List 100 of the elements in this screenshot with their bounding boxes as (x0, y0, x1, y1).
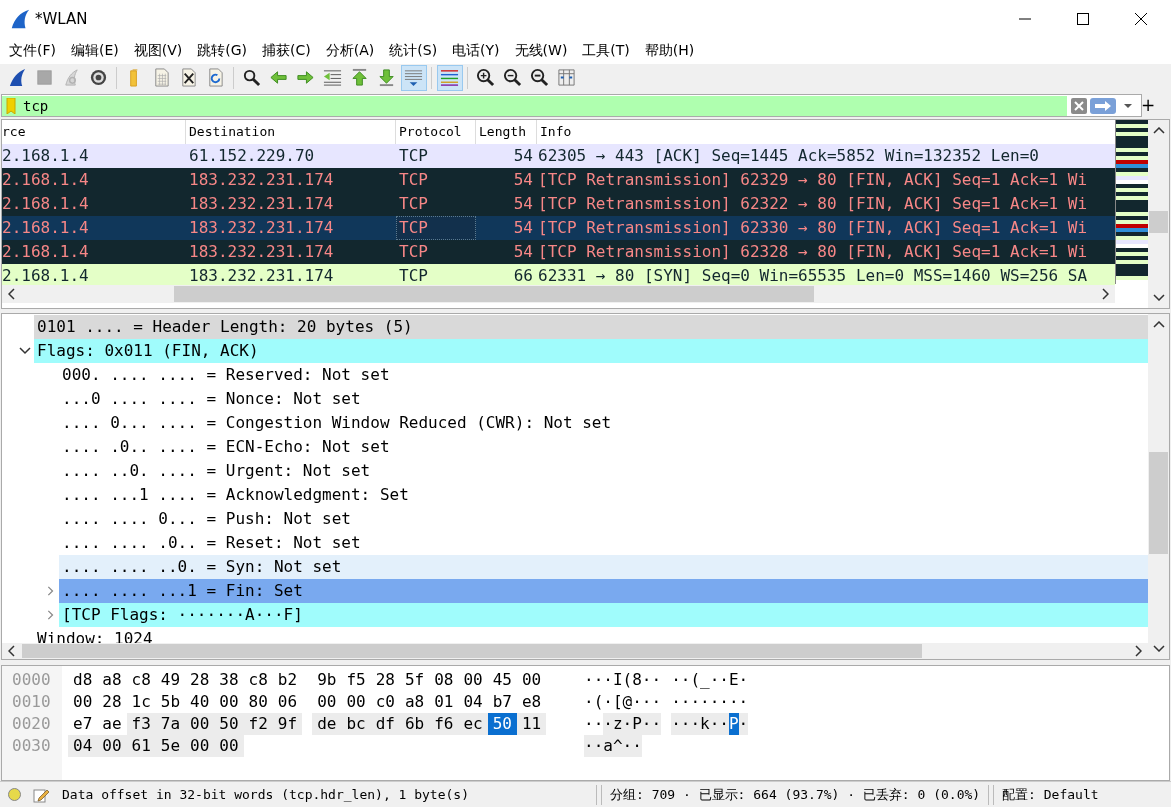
menu-item[interactable]: 分析(A) (320, 41, 381, 60)
ascii-char[interactable]: · (584, 734, 594, 757)
hex-byte[interactable]: c8 (243, 668, 273, 691)
hex-byte[interactable]: 06 (272, 690, 303, 713)
hex-byte[interactable]: 28 (185, 668, 215, 691)
hex-byte[interactable]: 00 (214, 734, 244, 757)
hex-byte[interactable]: 28 (370, 668, 400, 691)
hex-byte[interactable]: 50 (487, 712, 517, 735)
hex-byte[interactable]: e7 (68, 712, 98, 735)
hex-byte[interactable]: df (370, 712, 400, 735)
ascii-char[interactable]: · (738, 668, 749, 691)
menu-item[interactable]: 视图(V) (128, 41, 189, 60)
ascii-char[interactable]: P (632, 712, 642, 735)
hex-byte[interactable]: 04 (68, 734, 98, 757)
ascii-char[interactable]: ( (593, 690, 604, 713)
hex-byte[interactable]: b7 (487, 690, 517, 713)
hex-byte[interactable]: 00 (185, 734, 215, 757)
ascii-char[interactable]: · (690, 712, 701, 735)
tree-item[interactable]: .... .... ...1 = Fin: Set (59, 578, 1148, 603)
ascii-char[interactable]: · (584, 668, 594, 691)
menu-item[interactable]: 工具(T) (577, 41, 636, 60)
tree-item[interactable]: .... 0... .... = Congestion Window Reduced (CWR): Not set (59, 410, 1148, 435)
packet-row[interactable]: 2.168.1.4 183.232.231.174 TCP 54 [TCP Retransmission] 62322 → 80 [FIN, ACK] Seq=1 Ack=1 Wi (2, 192, 1115, 217)
hex-byte[interactable]: 5f (399, 668, 430, 691)
hex-byte[interactable]: 6b (399, 712, 430, 735)
ascii-char[interactable]: · (584, 690, 594, 713)
display-filter-input[interactable]: tcp (2, 95, 1067, 116)
menu-item[interactable]: 编辑(E) (66, 41, 125, 60)
ascii-char[interactable]: · (709, 712, 720, 735)
packet-row[interactable]: 2.168.1.4 183.232.231.174 TCP 66 62331 → 80 [SYN] Seq=0 Win=65535 Len=0 MSS=1460 WS=256 SA (2, 264, 1115, 286)
tree-item[interactable]: .... .0.. .... = ECN-Echo: Not set (59, 434, 1148, 459)
ascii-char[interactable]: _ (700, 668, 710, 691)
ascii-char[interactable]: ^ (612, 734, 623, 757)
ascii-char[interactable]: · (603, 668, 613, 691)
menu-item[interactable]: 帮助(H) (639, 41, 701, 60)
ascii-char[interactable]: · (671, 712, 681, 735)
tree-item[interactable]: Flags: 0x011 (FIN, ACK) (34, 338, 1148, 363)
hex-byte[interactable]: d8 (68, 668, 98, 691)
ascii-char[interactable]: P (728, 712, 739, 735)
tree-item[interactable]: 000. .... .... = Reserved: Not set (59, 362, 1148, 387)
ascii-char[interactable]: · (632, 690, 642, 713)
hex-byte[interactable]: 00 (185, 712, 215, 735)
hex-byte[interactable]: 00 (341, 690, 371, 713)
hex-byte[interactable]: f2 (243, 712, 273, 735)
hex-byte[interactable]: b2 (272, 668, 303, 691)
ascii-char[interactable]: · (680, 712, 691, 735)
hex-byte[interactable]: 04 (458, 690, 488, 713)
menu-item[interactable]: 跳转(G) (192, 41, 254, 60)
menu-item[interactable]: 统计(S) (384, 41, 444, 60)
ascii-char[interactable]: · (738, 690, 749, 713)
hex-byte[interactable]: 1c (126, 690, 156, 713)
packet-row[interactable]: 2.168.1.4 61.152.229.70 TCP 54 62305 → 443 [ACK] Seq=1445 Ack=5852 Win=132352 Len=0 (2, 144, 1115, 169)
ascii-char[interactable]: · (719, 712, 729, 735)
ascii-char[interactable]: · (641, 690, 652, 713)
ascii-char[interactable]: 8 (632, 668, 642, 691)
hex-byte[interactable]: 45 (487, 668, 517, 691)
ascii-char[interactable]: · (584, 712, 594, 735)
hex-byte[interactable]: bc (341, 712, 371, 735)
ascii-char[interactable]: · (728, 690, 739, 713)
hex-byte[interactable]: 00 (458, 668, 488, 691)
hex-byte[interactable]: 40 (185, 690, 215, 713)
hex-byte[interactable]: 7a (155, 712, 186, 735)
hex-byte[interactable]: a8 (399, 690, 430, 713)
hex-byte[interactable]: c0 (370, 690, 400, 713)
menu-item[interactable]: 捕获(C) (257, 41, 317, 60)
ascii-char[interactable]: I (612, 668, 623, 691)
hex-byte[interactable]: 9b (312, 668, 342, 691)
ascii-char[interactable]: · (603, 712, 613, 735)
ascii-char[interactable]: · (709, 690, 720, 713)
hex-byte[interactable]: 01 (429, 690, 459, 713)
ascii-char[interactable]: · (719, 668, 729, 691)
ascii-char[interactable]: · (690, 690, 701, 713)
tree-item[interactable]: ...0 .... .... = Nonce: Not set (59, 386, 1148, 411)
hex-byte[interactable]: c8 (126, 668, 156, 691)
hex-byte[interactable]: f6 (429, 712, 459, 735)
tree-item[interactable]: .... ...1 .... = Acknowledgment: Set (59, 482, 1148, 507)
tree-item[interactable]: .... .... 0... = Push: Not set (59, 506, 1148, 531)
ascii-char[interactable]: · (593, 734, 604, 757)
ascii-char[interactable]: z (612, 712, 623, 735)
hex-byte[interactable]: 28 (97, 690, 127, 713)
hex-byte[interactable]: ae (97, 712, 127, 735)
hex-byte[interactable]: 00 (68, 690, 98, 713)
ascii-char[interactable]: · (738, 712, 749, 735)
menu-item[interactable]: 无线(W) (509, 41, 574, 60)
ascii-char[interactable]: ( (622, 668, 633, 691)
hex-byte[interactable]: 00 (97, 734, 127, 757)
hex-byte[interactable]: 00 (312, 690, 342, 713)
tree-item[interactable]: [TCP Flags: ·······A···F] (59, 602, 1148, 627)
hex-byte[interactable]: f3 (126, 712, 156, 735)
ascii-char[interactable]: · (641, 712, 652, 735)
hex-byte[interactable]: 5b (155, 690, 186, 713)
hex-byte[interactable]: 00 (214, 690, 244, 713)
ascii-char[interactable]: · (719, 690, 729, 713)
ascii-char[interactable]: @ (622, 690, 633, 713)
hex-byte[interactable]: a8 (97, 668, 127, 691)
packet-row[interactable]: 2.168.1.4 183.232.231.174 TCP 54 [TCP Retransmission] 62330 → 80 [FIN, ACK] Seq=1 Ack=1 Wi (2, 216, 1115, 241)
tree-item[interactable]: .... .... ..0. = Syn: Not set (59, 554, 1148, 579)
hex-byte[interactable]: 38 (214, 668, 244, 691)
ascii-char[interactable]: [ (612, 690, 623, 713)
tree-item[interactable]: 0101 .... = Header Length: 20 bytes (5) (34, 314, 1148, 339)
